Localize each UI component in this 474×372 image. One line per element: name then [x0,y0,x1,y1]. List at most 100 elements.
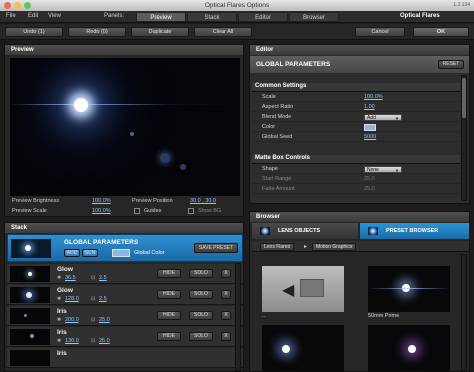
show-bg-label: Show BG [198,208,222,214]
hide-button[interactable]: HIDE [157,290,181,299]
hide-button[interactable]: HIDE [157,269,181,278]
shape-dropdown[interactable]: None ▼ [364,166,402,173]
global-parameters-row[interactable]: GLOBAL PARAMETERS ADD SCN Global Color S… [7,234,243,262]
breadcrumb: Lens Flares ▸ Motion Graphics [252,241,469,252]
preview-title: Preview [5,45,243,55]
tab-preview[interactable]: Preview [136,12,186,22]
editor-header: GLOBAL PARAMETERS RESET [250,56,469,73]
flare-thumb-glow [408,345,416,353]
stack-item-glow[interactable]: Glow ✱ 128.0 ⊡ 2.5 HIDE SOLO X [7,285,243,305]
blend-mode-dropdown[interactable]: Add ▼ [364,114,402,121]
tab-lens-objects[interactable]: LENS OBJECTS [252,223,358,239]
browser-scrollbar[interactable] [461,254,467,371]
global-color-swatch[interactable] [112,249,130,257]
editor-scrollbar-thumb[interactable] [462,78,466,118]
editor-scrollbar[interactable] [461,75,467,201]
editor-row-shape: Shape None ▼ [252,165,460,174]
editor-header-title: GLOBAL PARAMETERS [256,61,331,68]
stack-item-iris[interactable]: Iris [7,348,243,368]
menu-file[interactable]: File [6,13,16,19]
editor-row-start-range: Start Range 25.0 [252,175,460,184]
tab-browser[interactable]: Browser [289,12,339,22]
preview-position-label: Preview Position [132,198,173,204]
zoom-window-icon[interactable] [24,2,31,9]
stack-item-iris[interactable]: Iris ✱ 130.0 ⊡ 25.0 HIDE SOLO X [7,327,243,347]
object-brightness-value[interactable]: 128.0 [65,296,79,302]
redo-button[interactable]: Redo (0) [68,27,126,37]
aspect-ratio-value[interactable]: 1.00 [364,104,375,110]
common-settings-section[interactable]: Common Settings [252,83,460,92]
scn-button[interactable]: SCN [82,249,98,257]
preset-tile-back[interactable]: ◀ [262,266,344,312]
solo-button[interactable]: SOLO [189,311,213,320]
breadcrumb-motion-graphics[interactable]: Motion Graphics [312,243,357,251]
save-preset-button[interactable]: SAVE PRESET [194,243,238,253]
ok-button[interactable]: OK [413,27,469,37]
object-thumbnail [10,287,50,303]
editor-row-color: Color [252,123,460,132]
preset-tile[interactable] [262,325,344,371]
preset-tile-50mm-prime[interactable] [368,266,450,312]
object-scale-value[interactable]: 25.0 [99,317,110,323]
object-name: Glow [57,266,73,273]
menu-edit[interactable]: Edit [28,13,38,19]
clear-all-button[interactable]: Clear All [194,27,252,37]
color-swatch[interactable] [364,124,376,131]
object-brightness-value[interactable]: 130.0 [65,338,79,344]
show-bg-checkbox[interactable] [188,208,194,214]
guides-checkbox[interactable] [134,208,140,214]
scale-label: Scale [262,94,276,100]
tab-stack[interactable]: Stack [187,12,237,22]
object-name: Iris [57,329,67,336]
tab-preset-browser[interactable]: PRESET BROWSER [360,223,469,239]
menu-view[interactable]: View [48,13,61,19]
solo-button[interactable]: SOLO [189,269,213,278]
scale-icon: ⊡ [91,275,96,281]
sun-icon: ✱ [57,338,62,344]
add-button[interactable]: ADD [64,249,80,257]
remove-button[interactable]: X [221,332,231,341]
hide-button[interactable]: HIDE [157,332,181,341]
hide-button[interactable]: HIDE [157,311,181,320]
global-thumbnail [11,239,51,258]
solo-button[interactable]: SOLO [189,332,213,341]
back-arrow-icon: ◀ [282,282,295,299]
aspect-ratio-label: Aspect Ratio [262,104,294,110]
flare-thumb-glow [282,345,290,353]
minimize-window-icon[interactable] [14,2,21,9]
flare-streak [368,288,450,289]
global-seed-value[interactable]: 5000 [364,134,376,140]
object-scale-value[interactable]: 2.5 [99,296,107,302]
scale-value[interactable]: 100.0% [364,94,383,100]
object-brightness-value[interactable]: 36.5 [65,275,76,281]
remove-button[interactable]: X [221,311,231,320]
reset-button[interactable]: RESET [438,60,464,69]
remove-button[interactable]: X [221,269,231,278]
close-window-icon[interactable] [4,2,11,9]
preview-position-value[interactable]: 30.0 , 30.0 [190,198,216,204]
tab-editor[interactable]: Editor [238,12,288,22]
solo-button[interactable]: SOLO [189,290,213,299]
preset-browser-label: PRESET BROWSER [386,228,439,234]
preview-scale-value[interactable]: 100.0% [92,208,111,214]
undo-button[interactable]: Undo (1) [5,27,63,37]
preview-canvas[interactable] [10,58,240,196]
preview-scale-label: Preview Scale [12,208,47,214]
object-scale-value[interactable]: 25.0 [99,338,110,344]
remove-button[interactable]: X [221,290,231,299]
breadcrumb-lens-flares[interactable]: Lens Flares [260,243,295,251]
cancel-button[interactable]: Cancel [355,27,405,37]
preview-brightness-value[interactable]: 100.0% [92,198,111,204]
object-scale-value[interactable]: 2.5 [99,275,107,281]
flare-ghost [130,132,134,136]
duplicate-button[interactable]: Duplicate [131,27,189,37]
browser-panel: Browser LENS OBJECTS PRESET BROWSER Lens… [249,211,470,372]
preset-tile[interactable] [368,325,450,371]
matte-box-section[interactable]: Matte Box Controls [252,155,460,164]
object-name: Iris [57,350,67,357]
stack-item-iris[interactable]: Iris ✱ 200.0 ⊡ 25.0 HIDE SOLO X [7,306,243,326]
object-brightness-value[interactable]: 200.0 [65,317,79,323]
shape-value: None [367,167,379,173]
stack-item-glow[interactable]: Glow ✱ 36.5 ⊡ 2.5 HIDE SOLO X [7,264,243,284]
stack-scrollbar[interactable] [235,263,241,371]
